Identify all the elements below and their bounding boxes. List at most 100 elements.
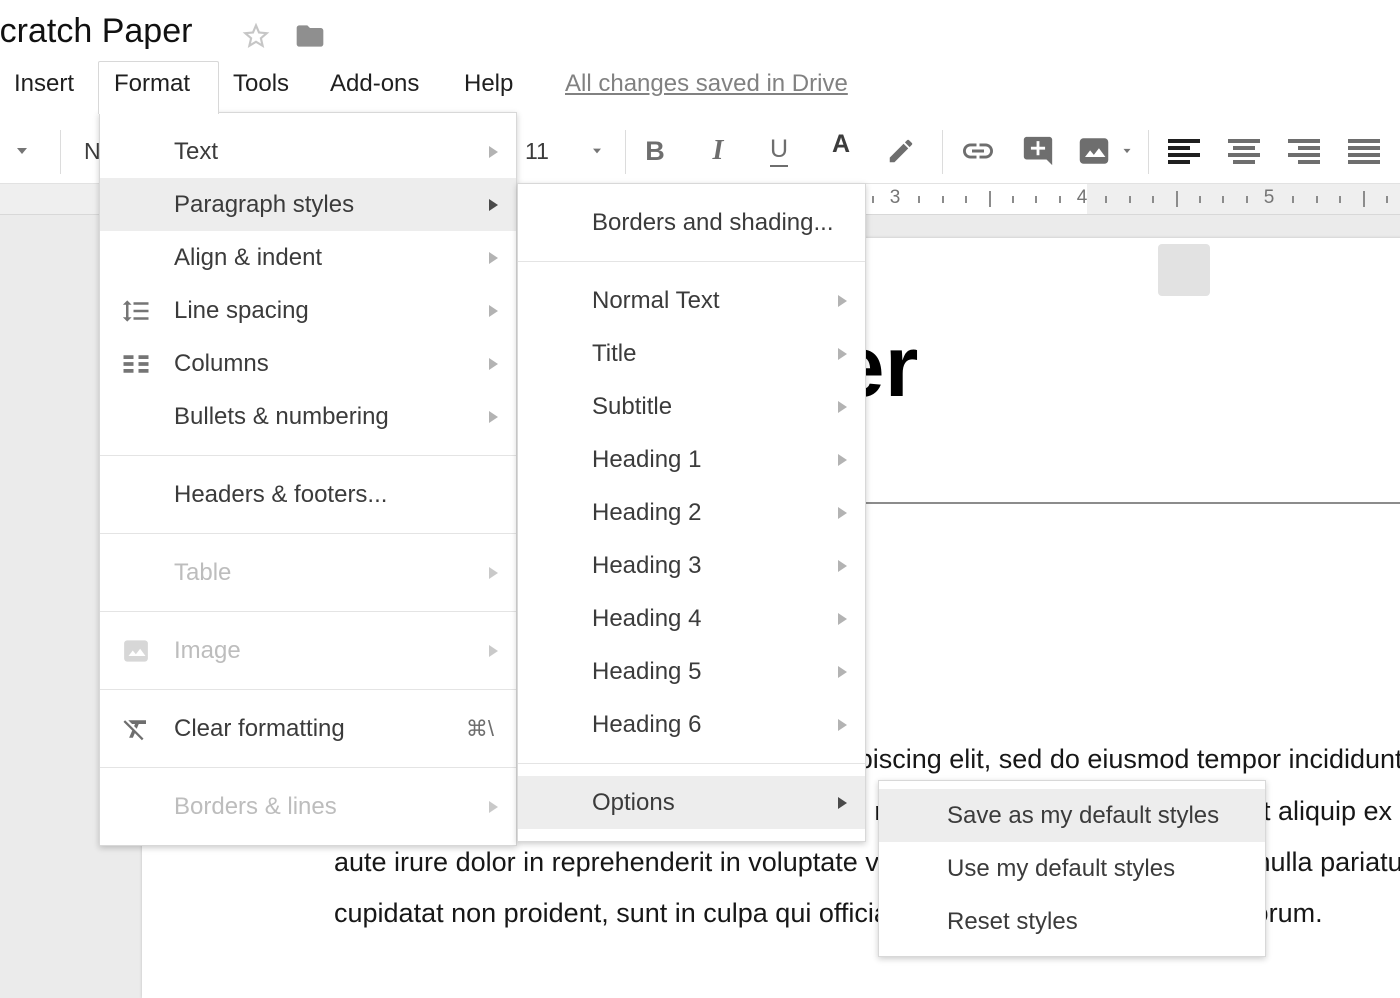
paragraph-styles-menu: Borders and shading... Normal Text Title Su…: [517, 183, 866, 842]
menu-item-label: Heading 3: [592, 552, 701, 580]
menu-item-label: Clear formatting: [174, 715, 345, 743]
ruler-tick: [1035, 196, 1037, 203]
menu-item-label: Normal Text: [592, 287, 720, 315]
menu-item-label: Bullets & numbering: [174, 403, 389, 431]
menu-item-columns[interactable]: Columns: [100, 337, 516, 390]
doc-title-input[interactable]: Scratch Paper: [0, 12, 192, 51]
submenu-arrow-icon: [489, 146, 498, 158]
add-comment-icon[interactable]: [1015, 118, 1061, 184]
menu-item-bullets-numbering[interactable]: Bullets & numbering: [100, 390, 516, 443]
menu-item-line-spacing[interactable]: Line spacing: [100, 284, 516, 337]
menu-item-reset-styles[interactable]: Reset styles: [879, 895, 1265, 948]
highlight-color-icon[interactable]: [878, 118, 924, 184]
ruler-tick: [1222, 196, 1224, 203]
zoom-dropdown-caret-icon[interactable]: [8, 118, 36, 184]
menu-item-table: Table: [100, 546, 516, 599]
menu-item-subtitle[interactable]: Subtitle: [518, 380, 865, 433]
menubar-format-open[interactable]: Format: [98, 61, 219, 114]
menu-item-heading-4[interactable]: Heading 4: [518, 592, 865, 645]
format-menu: TextParagraph stylesAlign & indentLine s…: [99, 112, 517, 846]
menu-item-use-my-default-styles[interactable]: Use my default styles: [879, 842, 1265, 895]
menu-item-save-as-my-default-styles[interactable]: Save as my default styles: [879, 789, 1265, 842]
ruler-tick: [1386, 196, 1388, 203]
menu-separator: [100, 455, 516, 456]
insert-link-icon[interactable]: [955, 118, 1001, 184]
insert-image-icon[interactable]: [1072, 118, 1116, 184]
menu-item-borders-lines: Borders & lines: [100, 780, 516, 833]
toolbar-separator: [1148, 130, 1149, 174]
ruler-tick: [1012, 196, 1014, 203]
ruler-tick: [1246, 196, 1248, 203]
align-right-icon[interactable]: [1280, 118, 1328, 184]
ruler-tick: [942, 196, 944, 203]
toolbar-separator: [625, 130, 626, 174]
submenu-arrow-icon: [838, 613, 847, 625]
menu-item-paragraph-styles[interactable]: Paragraph styles: [100, 178, 516, 231]
ruler-tick: [1199, 196, 1201, 203]
ruler-tick: [1105, 196, 1107, 203]
font-size-caret-icon[interactable]: [585, 118, 609, 184]
submenu-arrow-icon: [838, 348, 847, 360]
ruler-tick: [1059, 196, 1061, 203]
menu-item-label: Borders and shading...: [592, 209, 834, 237]
menu-item-label: Headers & footers...: [174, 481, 387, 509]
insert-image-caret-icon[interactable]: [1116, 118, 1138, 184]
menu-item-label: Subtitle: [592, 393, 672, 421]
menu-item-label: Options: [592, 789, 675, 817]
menu-item-label: Image: [174, 637, 241, 665]
menu-item-align-indent[interactable]: Align & indent: [100, 231, 516, 284]
star-icon[interactable]: [240, 20, 272, 52]
menu-item-label: Save as my default styles: [947, 802, 1219, 830]
menu-item-borders-and-shading[interactable]: Borders and shading...: [518, 196, 865, 249]
menu-separator: [518, 763, 865, 764]
justify-icon[interactable]: [1340, 118, 1388, 184]
submenu-arrow-icon: [489, 645, 498, 657]
ruler-tick: [1339, 196, 1341, 203]
menubar-tools[interactable]: Tools: [233, 70, 289, 98]
menu-item-image: Image: [100, 624, 516, 677]
menu-item-headers-footers[interactable]: Headers & footers...: [100, 468, 516, 521]
menubar-addons[interactable]: Add-ons: [330, 70, 419, 98]
submenu-arrow-icon: [838, 719, 847, 731]
menu-item-label: Columns: [174, 350, 269, 378]
menu-item-heading-3[interactable]: Heading 3: [518, 539, 865, 592]
menu-item-text[interactable]: Text: [100, 125, 516, 178]
ruler-tick: [1363, 191, 1365, 207]
line-spacing-icon: [116, 296, 156, 326]
italic-icon[interactable]: I: [695, 118, 741, 184]
menu-item-label: Heading 2: [592, 499, 701, 527]
font-size-value[interactable]: 11: [525, 138, 549, 165]
menu-item-heading-1[interactable]: Heading 1: [518, 433, 865, 486]
submenu-arrow-icon: [838, 295, 847, 307]
ruler-inch-number: 3: [890, 187, 901, 209]
menu-separator: [100, 611, 516, 612]
align-left-selected-bg: [1158, 244, 1210, 296]
columns-icon: [116, 349, 156, 379]
ruler-tick: [1129, 196, 1131, 203]
submenu-arrow-icon: [489, 411, 498, 423]
menu-item-heading-6[interactable]: Heading 6: [518, 698, 865, 751]
menubar-help[interactable]: Help: [464, 70, 513, 98]
underline-icon[interactable]: U: [756, 118, 802, 184]
ruler-tick: [965, 196, 967, 203]
submenu-arrow-icon: [489, 199, 498, 211]
clear-formatting-icon: [116, 714, 156, 744]
submenu-arrow-icon: [838, 797, 847, 809]
menubar-insert[interactable]: Insert: [14, 70, 74, 98]
menu-item-label: Table: [174, 559, 231, 587]
ruler-tick: [1316, 196, 1318, 203]
menu-item-heading-5[interactable]: Heading 5: [518, 645, 865, 698]
menu-item-clear-formatting[interactable]: Clear formatting⌘\: [100, 702, 516, 755]
menu-item-heading-2[interactable]: Heading 2: [518, 486, 865, 539]
align-center-icon[interactable]: [1220, 118, 1268, 184]
text-color-icon[interactable]: A: [818, 118, 864, 170]
menu-item-normal-text[interactable]: Normal Text: [518, 274, 865, 327]
menu-item-options[interactable]: Options: [518, 776, 865, 829]
save-status-link[interactable]: All changes saved in Drive: [565, 70, 848, 98]
menu-item-label: Title: [592, 340, 636, 368]
align-left-icon[interactable]: [1160, 118, 1208, 184]
folder-icon[interactable]: [294, 20, 326, 52]
menu-item-title[interactable]: Title: [518, 327, 865, 380]
bold-icon[interactable]: B: [632, 118, 678, 184]
menu-separator: [100, 533, 516, 534]
